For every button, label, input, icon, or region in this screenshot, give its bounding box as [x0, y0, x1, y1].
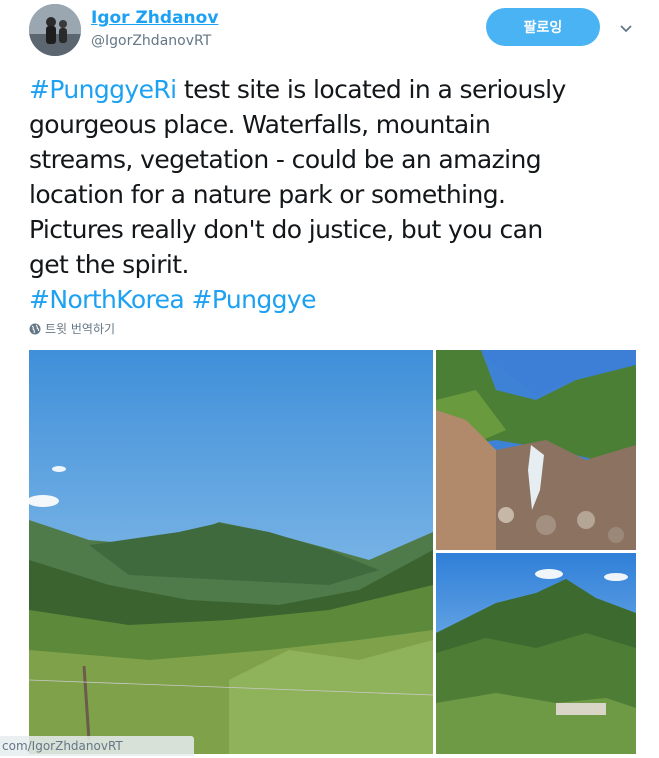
translate-label: 트윗 번역하기 — [45, 322, 116, 336]
globe-icon — [29, 323, 41, 334]
tweet-line: gourgeous place. Waterfalls, mountain — [29, 107, 639, 142]
hashtag-link[interactable]: #NorthKorea — [29, 285, 185, 314]
green-peak-photo[interactable] — [436, 553, 636, 754]
tweet-line: #PunggyeRi test site is located in a ser… — [29, 72, 639, 107]
link-url-overlay: com/IgorZhdanovRT — [0, 736, 194, 756]
tweet-line: streams, vegetation - could be an amazin… — [29, 142, 639, 177]
tweet-line: Pictures really don't do justice, but yo… — [29, 212, 639, 247]
avatar-photo — [29, 4, 81, 56]
avatar[interactable] — [29, 4, 81, 56]
tweet-text-segment: Pictures really don't do justice, but yo… — [29, 215, 543, 244]
waterfall-stream-photo[interactable] — [436, 350, 636, 550]
tweet-text: #PunggyeRi test site is located in a ser… — [29, 72, 639, 317]
user-handle[interactable]: @IgorZhdanovRT — [91, 33, 211, 49]
tweet-text-segment: gourgeous place. Waterfalls, mountain — [29, 110, 491, 139]
tweet-line: location for a nature park or something. — [29, 177, 639, 212]
hashtag-link[interactable]: #PunggyeRi — [29, 75, 177, 104]
following-button[interactable]: 팔로잉 — [486, 8, 600, 46]
tweet-text-segment: test site is located in a seriously — [176, 75, 566, 104]
tweet-line: get the spirit. — [29, 247, 639, 282]
tweet-text-segment: get the spirit. — [29, 250, 189, 279]
user-display-name[interactable]: Igor Zhdanov — [91, 8, 218, 28]
tweet-text-segment — [184, 285, 191, 314]
tweet-text-segment: streams, vegetation - could be an amazin… — [29, 145, 542, 174]
translate-tweet-link[interactable]: 트윗 번역하기 — [29, 320, 115, 337]
hashtag-link[interactable]: #Punggye — [192, 285, 317, 314]
tweet-text-segment: location for a nature park or something. — [29, 180, 506, 209]
tweet-line: #NorthKorea #Punggye — [29, 282, 639, 317]
mountain-valley-photo[interactable] — [29, 350, 433, 754]
chevron-down-icon[interactable] — [618, 20, 634, 36]
